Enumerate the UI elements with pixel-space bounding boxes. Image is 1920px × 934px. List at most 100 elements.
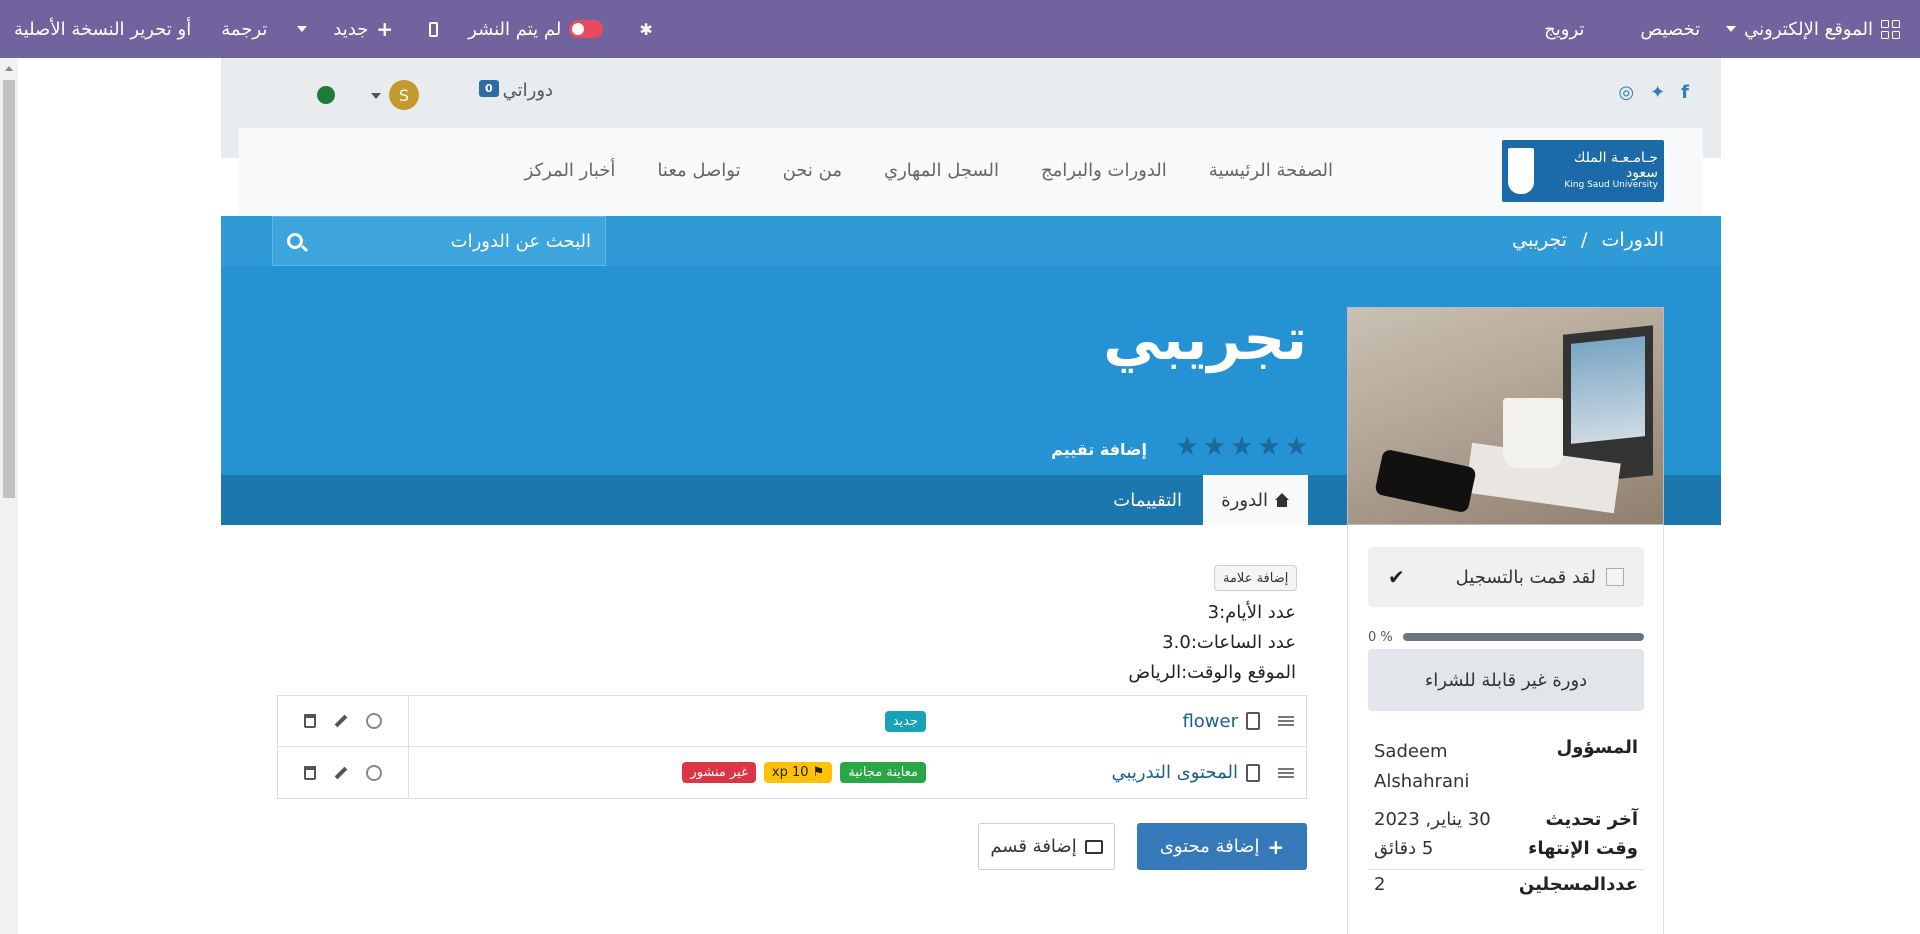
xp-badge-text: xp 10 <box>771 765 809 780</box>
enrolled-label: لقد قمت بالتسجيل <box>1456 567 1624 588</box>
instagram-icon[interactable]: ◎ <box>1618 82 1634 103</box>
mobile-preview-button[interactable] <box>429 21 439 37</box>
site-logo[interactable]: جـامـعـة الملك سعود King Saud University <box>1502 140 1664 202</box>
nav-links: الصفحة الرئيسية الدورات والبرامج السجل ا… <box>525 160 1333 181</box>
course-facts: عدد الأيام:3 عدد الساعات:3.0 الموقع والو… <box>1128 598 1296 688</box>
drag-handle-icon[interactable] <box>1266 747 1306 798</box>
language-flag-icon[interactable] <box>317 86 335 104</box>
mobile-icon <box>429 21 439 37</box>
edit-original-link[interactable]: أو تحرير النسخة الأصلية <box>14 19 191 40</box>
progress-percent: 0 % <box>1368 629 1393 645</box>
breadcrumb-separator: / <box>1581 229 1588 251</box>
translate-button[interactable]: ترجمة <box>221 19 267 40</box>
search-icon[interactable] <box>287 233 303 249</box>
pdf-file-icon <box>1246 763 1260 782</box>
flag-icon: ⚑ <box>808 765 825 780</box>
completion-circle-icon[interactable] <box>366 764 382 781</box>
drag-handle-icon[interactable] <box>1266 696 1306 746</box>
university-emblem-icon <box>1508 148 1534 194</box>
unpublished-badge: غير منشور <box>682 762 756 783</box>
avatar[interactable]: S <box>389 80 419 110</box>
promote-label: ترويج <box>1544 18 1585 40</box>
lesson-title[interactable]: المحتوى التدريبي <box>1111 762 1238 783</box>
add-content-label: إضافة محتوى <box>1159 836 1260 857</box>
add-review-link[interactable]: إضافة تقييم <box>1051 440 1147 459</box>
trash-icon[interactable] <box>304 714 316 728</box>
add-content-button[interactable]: + إضافة محتوى <box>1137 823 1307 870</box>
image-file-icon <box>1246 712 1260 730</box>
chevron-down-icon <box>1726 26 1737 32</box>
course-cover-image <box>1347 307 1664 525</box>
nav-news[interactable]: أخبار المركز <box>525 160 616 181</box>
translate-label: ترجمة <box>221 18 268 40</box>
course-info: المسؤول Sadeem Alshahrani آخر تحديث 30 ي… <box>1368 733 1644 899</box>
customize-label: تخصيص <box>1640 18 1701 40</box>
xp-badge: ⚑ xp 10 <box>763 762 833 783</box>
not-purchasable-button[interactable]: دورة غير قابلة للشراء <box>1368 649 1644 711</box>
scrollbar-thumb[interactable] <box>3 80 15 498</box>
search-placeholder: البحث عن الدورات <box>450 230 591 252</box>
fact-hours: عدد الساعات:3.0 <box>1162 632 1296 653</box>
trash-icon[interactable] <box>304 765 316 780</box>
star-icon[interactable]: ★ <box>1285 434 1308 460</box>
facebook-icon[interactable]: f <box>1681 82 1689 103</box>
new-button[interactable]: جديد + <box>333 17 393 41</box>
tab-reviews[interactable]: التقييمات <box>1095 475 1200 525</box>
search-input[interactable]: البحث عن الدورات <box>272 216 606 266</box>
publish-switch[interactable] <box>569 20 604 38</box>
website-menu[interactable]: الموقع الإلكتروني <box>1726 19 1900 40</box>
star-icon[interactable]: ★ <box>1203 434 1226 460</box>
scroll-up-icon[interactable] <box>5 66 13 71</box>
info-label: عددالمسجلين <box>1518 874 1638 895</box>
broken-image-icon <box>1606 568 1624 586</box>
star-icon[interactable]: ★ <box>1175 434 1198 460</box>
publish-toggle[interactable]: لم يتم النشر <box>468 18 604 40</box>
check-icon: ✔ <box>1388 565 1405 589</box>
course-sidebar: لقد قمت بالتسجيل ✔ 0 % دورة غير قابلة لل… <box>1347 525 1664 934</box>
twitter-icon[interactable]: ✦ <box>1650 82 1665 103</box>
fact-location: الموقع والوقت:الرياض <box>1128 662 1296 683</box>
info-row-last-update: آخر تحديث 30 يناير, 2023 <box>1368 805 1644 834</box>
translate-dropdown-toggle[interactable] <box>297 26 308 32</box>
tab-course[interactable]: الدورة <box>1203 475 1308 525</box>
progress-bar <box>1402 633 1644 641</box>
nav-home[interactable]: الصفحة الرئيسية <box>1209 160 1333 181</box>
add-section-button[interactable]: إضافة قسم <box>978 823 1115 870</box>
debug-button[interactable]: ✱ <box>639 20 652 39</box>
nav-contact[interactable]: تواصل معنا <box>657 160 740 181</box>
lesson-title[interactable]: flower <box>1182 711 1238 732</box>
customize-menu[interactable]: تخصيص <box>1640 19 1700 40</box>
folder-icon <box>1084 839 1103 854</box>
breadcrumb: الدورات / تجريبي <box>1512 229 1664 251</box>
enrolled-text: لقد قمت بالتسجيل <box>1455 566 1596 588</box>
logo-text: جـامـعـة الملك سعود King Saud University <box>1540 150 1658 192</box>
phone-shape <box>1374 448 1477 514</box>
breadcrumb-root[interactable]: الدورات <box>1601 229 1664 251</box>
nav-skills-record[interactable]: السجل المهاري <box>884 160 999 181</box>
new-label: جديد <box>333 18 369 40</box>
pencil-icon[interactable] <box>334 766 348 779</box>
edit-original-label: أو تحرير النسخة الأصلية <box>14 18 192 40</box>
page-scrollbar[interactable] <box>0 58 18 934</box>
publish-status-label: لم يتم النشر <box>468 18 562 40</box>
lesson-title-cell: المحتوى التدريبي <box>936 747 1266 798</box>
enrolled-status: لقد قمت بالتسجيل ✔ <box>1368 547 1644 607</box>
chevron-down-icon <box>297 26 308 32</box>
star-icon[interactable]: ★ <box>1257 434 1280 460</box>
star-icon[interactable]: ★ <box>1230 434 1253 460</box>
completion-circle-icon[interactable] <box>366 713 382 729</box>
home-icon <box>1274 493 1290 507</box>
rating-stars[interactable]: ★ ★ ★ ★ ★ <box>1175 434 1308 460</box>
info-row-enrolled-count: عددالمسجلين 2 <box>1368 869 1644 899</box>
pencil-icon[interactable] <box>334 714 348 728</box>
promote-menu[interactable]: ترويج <box>1544 19 1584 40</box>
lesson-title-cell: flower <box>936 696 1266 746</box>
my-courses-link[interactable]: 0 دوراتي <box>479 80 553 101</box>
info-value: 2 <box>1374 874 1386 895</box>
social-links: ◎ ✦ f <box>1618 82 1689 103</box>
nav-courses[interactable]: الدورات والبرامج <box>1041 160 1167 181</box>
chevron-down-icon[interactable] <box>371 93 381 99</box>
info-row-completion-time: وقت الإنتهاء 5 دقائق <box>1368 834 1644 863</box>
add-tag-button[interactable]: إضافة علامة <box>1214 565 1298 591</box>
nav-about[interactable]: من نحن <box>783 160 842 181</box>
